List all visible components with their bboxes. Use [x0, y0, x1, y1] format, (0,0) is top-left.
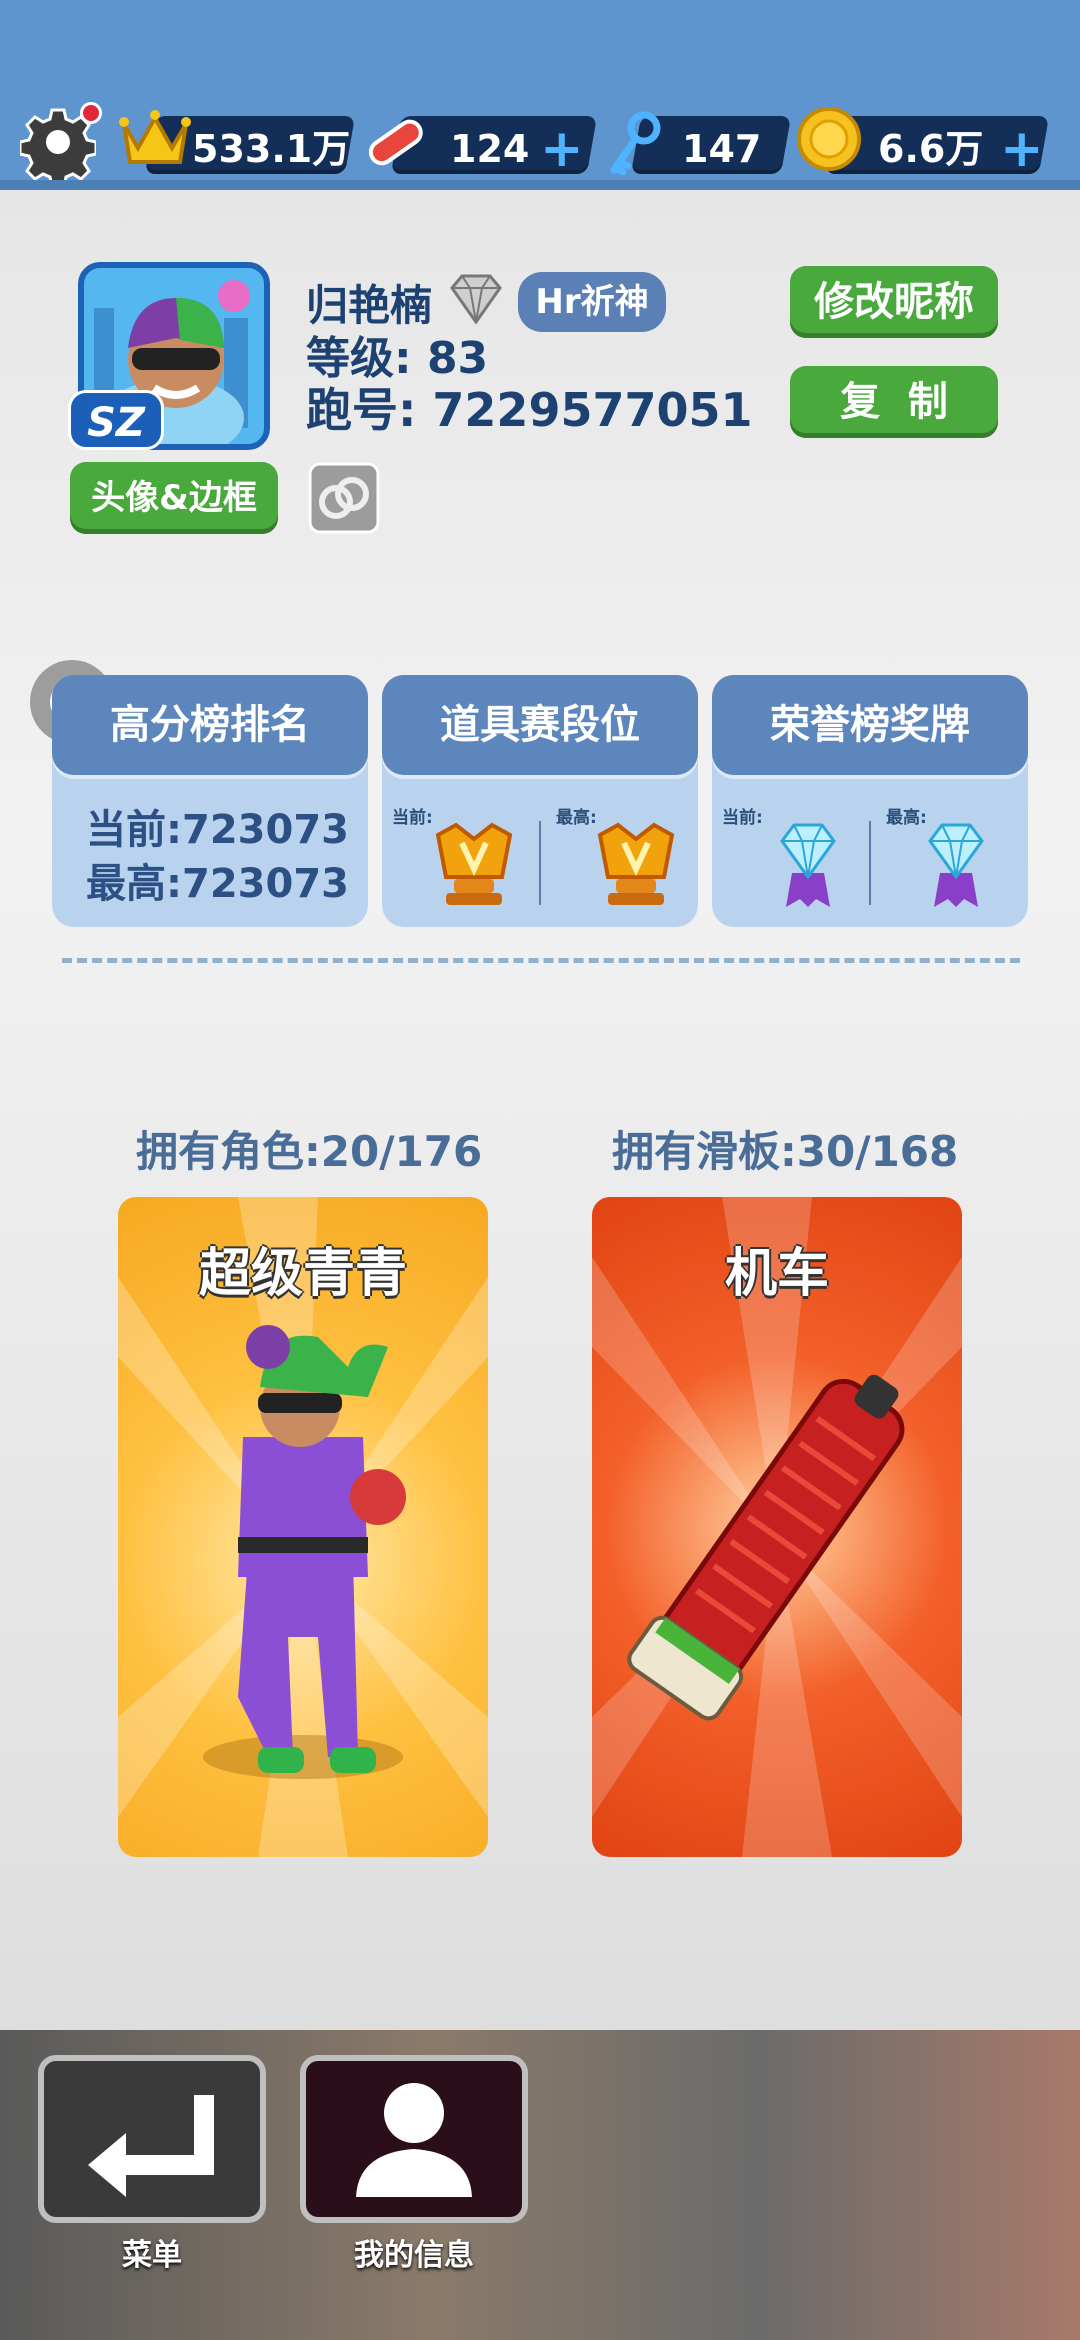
- my-info-label: 我的信息: [354, 2238, 474, 2273]
- honor-medal-title: 荣誉榜奖牌: [712, 675, 1028, 775]
- section-divider: [62, 958, 1020, 963]
- item-tier-best-label: 最高:: [556, 808, 597, 828]
- coin-icon: [797, 107, 861, 171]
- rename-button[interactable]: 修改昵称: [790, 266, 998, 338]
- leaderboard-title: 高分榜排名: [52, 675, 368, 775]
- item-tier-card[interactable]: 道具赛段位 当前: 最高:: [382, 675, 698, 927]
- card-divider: [869, 821, 871, 905]
- board-panel[interactable]: 机车: [592, 1197, 962, 1857]
- id-label: 跑号:: [306, 383, 417, 437]
- owned-characters-label: 拥有角色:20/176: [136, 1127, 483, 1176]
- honor-current-label: 当前:: [722, 808, 763, 828]
- honor-medal-card[interactable]: 荣誉榜奖牌 当前: 最高:: [712, 675, 1028, 927]
- leaderboard-current: 当前:723073: [86, 807, 349, 853]
- character-panel[interactable]: 超级青青: [118, 1197, 488, 1857]
- id-row: 跑号: 7229577051: [306, 374, 753, 440]
- crowns-value: 533.1万: [192, 127, 351, 171]
- keys-value: 147: [682, 127, 762, 171]
- character-name: 超级青青: [198, 1244, 407, 1304]
- item-tier-current-label: 当前:: [392, 808, 433, 828]
- avatar-tag-badge: SZ: [68, 390, 164, 450]
- top-bar-shade: [0, 180, 1080, 190]
- notification-dot: [80, 102, 102, 124]
- user-silhouette-icon: [356, 2083, 472, 2197]
- crew-badge[interactable]: Hr祈神: [518, 272, 666, 332]
- card-divider: [539, 821, 541, 905]
- diamond-medal-icon: [928, 823, 984, 907]
- honor-best-label: 最高:: [886, 808, 927, 828]
- return-arrow-icon: [88, 2095, 214, 2197]
- player-id: 7229577051: [432, 383, 753, 437]
- menu-button[interactable]: [38, 2055, 266, 2223]
- leaderboard-card[interactable]: 高分榜排名 当前:723073 最高:723073: [52, 675, 368, 927]
- gold-trophy-icon: [597, 822, 675, 905]
- gold-trophy-icon: [435, 822, 513, 905]
- boards-value: 124: [450, 127, 530, 171]
- item-tier-title: 道具赛段位: [382, 675, 698, 775]
- diamond-medal-icon: [780, 823, 836, 907]
- diamond-rank-icon: [450, 274, 502, 325]
- leaderboard-best: 最高:723073: [86, 861, 349, 907]
- rings-badge-icon[interactable]: [308, 462, 380, 534]
- add-coins-button[interactable]: +: [1000, 120, 1044, 178]
- hoverboard-icon: [368, 119, 423, 166]
- board-name: 机车: [724, 1244, 829, 1304]
- my-info-button[interactable]: [300, 2055, 528, 2223]
- crown-icon: [119, 110, 191, 164]
- menu-label: 菜单: [122, 2238, 182, 2273]
- owned-boards-label: 拥有滑板:30/168: [612, 1127, 959, 1176]
- add-boards-button[interactable]: +: [540, 120, 584, 178]
- key-icon: [610, 111, 661, 176]
- avatar-frame-button[interactable]: 头像&边框: [70, 462, 278, 534]
- copy-button[interactable]: 复 制: [790, 366, 998, 438]
- coins-value: 6.6万: [878, 127, 984, 171]
